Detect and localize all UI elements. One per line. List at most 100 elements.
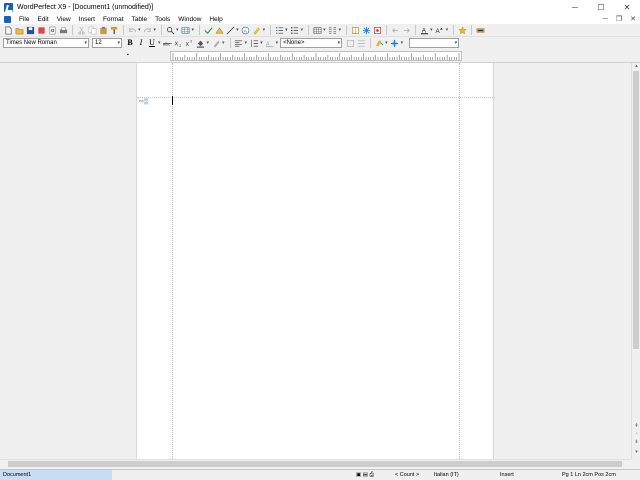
document-control-icon[interactable] xyxy=(4,15,11,23)
underline-button[interactable]: U xyxy=(147,38,157,48)
status-document-name[interactable]: Document1 xyxy=(0,470,112,480)
menu-table[interactable]: Table xyxy=(128,16,152,23)
columns-icon[interactable] xyxy=(328,25,338,35)
minimize-button[interactable]: ─ xyxy=(562,0,588,14)
save-icon[interactable] xyxy=(25,25,35,35)
styles-icon[interactable] xyxy=(356,38,366,48)
underline-dropdown-icon[interactable]: ▾ xyxy=(158,40,161,46)
line-dropdown-icon[interactable]: ▾ xyxy=(236,27,239,33)
print-preview-icon[interactable] xyxy=(47,25,57,35)
menu-insert[interactable]: Insert xyxy=(75,16,99,23)
draw-line-icon[interactable] xyxy=(225,25,235,35)
highlight-dropdown-icon[interactable]: ▾ xyxy=(263,27,266,33)
format-as-you-go-dropdown-icon[interactable]: ▾ xyxy=(385,40,388,46)
status-position[interactable]: Pg 1 Ln 2cm Pos 2cm xyxy=(562,470,616,480)
new-document-icon[interactable] xyxy=(3,25,13,35)
open-folder-icon[interactable] xyxy=(14,25,24,35)
menu-file[interactable]: File xyxy=(15,16,33,23)
page-down-icon[interactable]: ⇟ xyxy=(633,439,640,446)
horizontal-scrollbar[interactable] xyxy=(0,459,631,468)
copy-icon[interactable] xyxy=(87,25,97,35)
document-page[interactable]: ⇨▒ xyxy=(136,63,495,459)
prompt-as-you-go-icon[interactable] xyxy=(390,38,400,48)
strikeout-icon[interactable]: abc xyxy=(163,38,173,48)
menu-view[interactable]: View xyxy=(53,16,75,23)
quickformat-icon[interactable] xyxy=(345,38,355,48)
back-arrow-icon[interactable] xyxy=(390,25,400,35)
text-color-dropdown-icon[interactable]: ▾ xyxy=(276,40,279,46)
undo-dropdown-icon[interactable]: ▾ xyxy=(138,27,141,33)
properties-icon[interactable] xyxy=(475,25,485,35)
vertical-scrollbar[interactable]: ▴ ⇞ ▫ ⇟ ▾ xyxy=(631,63,640,459)
fill-color-icon[interactable] xyxy=(196,38,206,48)
menu-window[interactable]: Window xyxy=(174,16,205,23)
format-painter-icon[interactable] xyxy=(109,25,119,35)
cut-icon[interactable] xyxy=(76,25,86,35)
font-color-icon[interactable]: A xyxy=(419,25,429,35)
status-word-count[interactable]: < Count > xyxy=(395,470,419,480)
document-restore-button[interactable]: ❐ xyxy=(616,15,622,23)
status-insert-mode[interactable]: Insert xyxy=(500,470,514,480)
table-dropdown-icon[interactable]: ▾ xyxy=(192,27,195,33)
symbols-icon[interactable] xyxy=(361,25,371,35)
table-quickcreate-icon[interactable] xyxy=(181,25,191,35)
zoom-icon[interactable] xyxy=(165,25,175,35)
fill-color-dropdown-icon[interactable]: ▾ xyxy=(207,40,210,46)
record-macro-icon[interactable]: ▤ xyxy=(363,472,368,478)
ruler[interactable] xyxy=(170,51,462,61)
browse-object-icon[interactable]: ▫ xyxy=(633,431,640,438)
font-size-adjust-dropdown-icon[interactable]: ▾ xyxy=(446,27,449,33)
close-document-icon[interactable] xyxy=(36,25,46,35)
scroll-up-icon[interactable]: ▴ xyxy=(633,63,640,70)
font-color-dropdown-icon[interactable]: ▾ xyxy=(430,27,433,33)
columns-dropdown-icon[interactable]: ▾ xyxy=(339,27,342,33)
paragraph-marker-icon[interactable]: ⇨▒ xyxy=(139,98,148,105)
page-up-icon[interactable]: ⇞ xyxy=(633,423,640,430)
paragraph-style-select[interactable]: <None> ▾ xyxy=(280,38,343,48)
spell-check-icon[interactable] xyxy=(203,25,213,35)
book-reference-icon[interactable] xyxy=(350,25,360,35)
bullets-icon[interactable] xyxy=(290,25,300,35)
document-close-button[interactable]: ✕ xyxy=(630,15,636,23)
highlight-icon[interactable] xyxy=(252,25,262,35)
line-spacing-dropdown-icon[interactable]: ▾ xyxy=(260,40,263,46)
forward-arrow-icon[interactable] xyxy=(401,25,411,35)
status-language[interactable]: Italian (IT) xyxy=(434,470,459,480)
font-size-adjust-icon[interactable]: A xyxy=(435,25,445,35)
table-grid-dropdown-icon[interactable]: ▾ xyxy=(323,27,326,33)
right-margin-guide[interactable] xyxy=(459,63,460,459)
menu-format[interactable]: Format xyxy=(99,16,128,23)
font-size-select[interactable]: 12 ▾ xyxy=(92,38,122,48)
bullets-dropdown-icon[interactable]: ▾ xyxy=(301,27,304,33)
font-face-select[interactable]: Times New Roman ▾ xyxy=(3,38,89,48)
scroll-down-icon[interactable]: ▾ xyxy=(633,449,640,456)
justification-dropdown-icon[interactable]: ▾ xyxy=(245,40,248,46)
text-box-icon[interactable]: A xyxy=(241,25,251,35)
print-icon[interactable] xyxy=(58,25,68,35)
prompt-as-you-go-dropdown-icon[interactable]: ▾ xyxy=(401,40,404,46)
top-margin-guide[interactable] xyxy=(137,97,495,98)
table-grid-icon[interactable] xyxy=(312,25,322,35)
numbering-dropdown-icon[interactable]: ▾ xyxy=(285,27,288,33)
line-spacing-icon[interactable] xyxy=(249,38,259,48)
graphics-icon[interactable] xyxy=(372,25,382,35)
justification-icon[interactable] xyxy=(234,38,244,48)
close-button[interactable]: ✕ xyxy=(614,0,640,14)
subscript-icon[interactable]: X2 xyxy=(174,38,184,48)
favorite-star-icon[interactable] xyxy=(457,25,467,35)
prompt-as-you-go-select[interactable]: ▾ xyxy=(409,38,460,48)
horizontal-scroll-thumb[interactable] xyxy=(8,461,622,467)
numbering-icon[interactable] xyxy=(274,25,284,35)
bold-button[interactable]: B xyxy=(125,38,135,48)
caps-lock-icon[interactable]: ▣ xyxy=(356,472,361,478)
paste-icon[interactable] xyxy=(98,25,108,35)
redo-icon[interactable] xyxy=(143,25,153,35)
vertical-scroll-thumb[interactable] xyxy=(633,71,639,349)
superscript-icon[interactable]: X2 xyxy=(185,38,195,48)
text-highlight-icon[interactable] xyxy=(211,38,221,48)
status-printer-icon[interactable]: ⎙ xyxy=(369,472,373,478)
redo-dropdown-icon[interactable]: ▾ xyxy=(154,27,157,33)
maximize-button[interactable]: ☐ xyxy=(588,0,614,14)
zoom-dropdown-icon[interactable]: ▾ xyxy=(176,27,179,33)
text-highlight-dropdown-icon[interactable]: ▾ xyxy=(222,40,225,46)
